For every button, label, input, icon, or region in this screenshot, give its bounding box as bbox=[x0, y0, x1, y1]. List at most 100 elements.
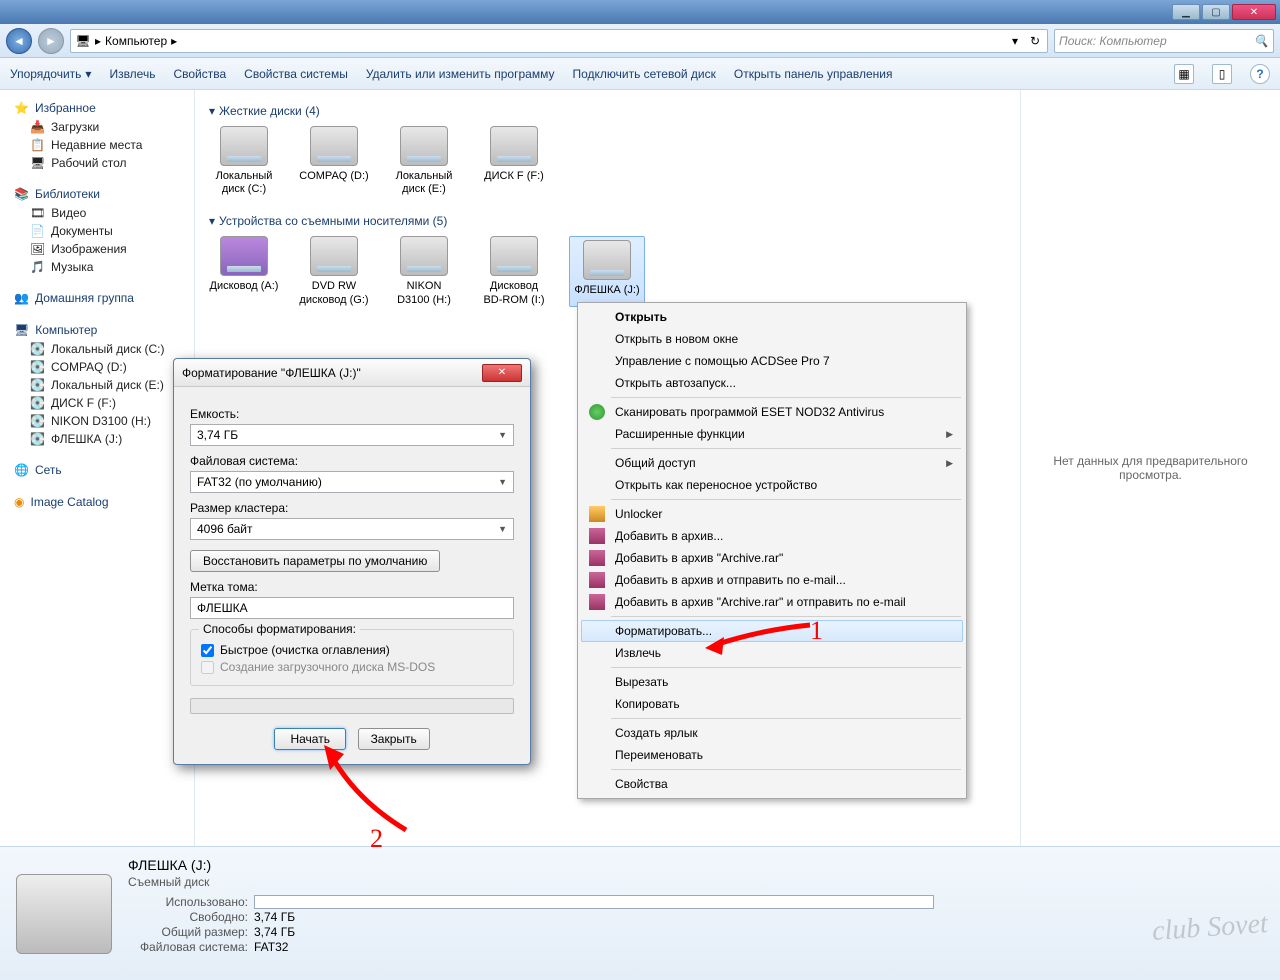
address-dropdown-icon[interactable]: ▾ bbox=[1007, 33, 1023, 49]
sidebar-drive-c[interactable]: 💽Локальный диск (C:) bbox=[0, 340, 194, 358]
ctx-create-shortcut[interactable]: Создать ярлык bbox=[581, 722, 963, 744]
drive-icon bbox=[400, 126, 448, 166]
drive-h[interactable]: NIKON D3100 (H:) bbox=[389, 236, 459, 306]
winrar-icon bbox=[589, 528, 605, 544]
sidebar-drive-f[interactable]: 💽ДИСК F (F:) bbox=[0, 394, 194, 412]
computer-icon: 🖥 bbox=[14, 323, 29, 337]
quick-format-checkbox[interactable]: Быстрое (очистка оглавления) bbox=[201, 643, 503, 657]
dialog-close-button[interactable]: ✕ bbox=[482, 364, 522, 382]
drive-icon: 💽 bbox=[30, 432, 45, 446]
ctx-rar-email-named[interactable]: Добавить в архив "Archive.rar" и отправи… bbox=[581, 591, 963, 613]
system-properties-button[interactable]: Свойства системы bbox=[244, 67, 348, 81]
minimize-button[interactable]: ▁ bbox=[1172, 4, 1200, 20]
drive-icon: 💽 bbox=[30, 360, 45, 374]
address-bar[interactable]: 🖥 ▸ Компьютер ▸ ▾ ↻ bbox=[70, 29, 1048, 53]
sidebar-desktop[interactable]: 🖥Рабочий стол bbox=[0, 154, 194, 172]
organize-menu[interactable]: Упорядочить ▾ bbox=[10, 67, 91, 81]
uninstall-button[interactable]: Удалить или изменить программу bbox=[366, 67, 555, 81]
ctx-copy[interactable]: Копировать bbox=[581, 693, 963, 715]
sidebar-image-catalog[interactable]: ◉Image Catalog bbox=[0, 492, 194, 512]
view-options-icon[interactable]: ▦ bbox=[1174, 64, 1194, 84]
chevron-right-icon: ▶ bbox=[946, 458, 953, 469]
capacity-select[interactable]: 3,74 ГБ▼ bbox=[190, 424, 514, 446]
ctx-eset-advanced[interactable]: Расширенные функции▶ bbox=[581, 423, 963, 445]
map-drive-button[interactable]: Подключить сетевой диск bbox=[572, 67, 715, 81]
restore-defaults-button[interactable]: Восстановить параметры по умолчанию bbox=[190, 550, 440, 572]
winrar-icon bbox=[589, 572, 605, 588]
drive-a[interactable]: Дисковод (A:) bbox=[209, 236, 279, 306]
drive-icon: 💽 bbox=[30, 396, 45, 410]
start-button[interactable]: Начать bbox=[274, 728, 346, 750]
sidebar-homegroup-header[interactable]: 👥Домашняя группа bbox=[0, 288, 194, 308]
close-button[interactable]: Закрыть bbox=[358, 728, 430, 750]
search-input[interactable]: Поиск: Компьютер 🔍 bbox=[1054, 29, 1274, 53]
ctx-autorun[interactable]: Открыть автозапуск... bbox=[581, 372, 963, 394]
sidebar-recent[interactable]: 📋Недавние места bbox=[0, 136, 194, 154]
filesystem-select[interactable]: FAT32 (по умолчанию)▼ bbox=[190, 471, 514, 493]
ctx-portable-device[interactable]: Открыть как переносное устройство bbox=[581, 474, 963, 496]
help-icon[interactable]: ? bbox=[1250, 64, 1270, 84]
sidebar-drive-e[interactable]: 💽Локальный диск (E:) bbox=[0, 376, 194, 394]
ctx-eject[interactable]: Извлечь bbox=[581, 642, 963, 664]
refresh-icon[interactable]: ↻ bbox=[1027, 33, 1043, 49]
breadcrumb-root[interactable]: Компьютер bbox=[105, 34, 167, 48]
drive-i[interactable]: Дисковод BD-ROM (I:) bbox=[479, 236, 549, 306]
sidebar-drive-d[interactable]: 💽COMPAQ (D:) bbox=[0, 358, 194, 376]
volume-label-input[interactable]: ФЛЕШКА bbox=[190, 597, 514, 619]
dialog-titlebar[interactable]: Форматирование "ФЛЕШКА (J:)" ✕ bbox=[174, 359, 530, 387]
ctx-separator bbox=[611, 499, 961, 500]
ctx-open[interactable]: Открыть bbox=[581, 306, 963, 328]
ctx-rar-email[interactable]: Добавить в архив и отправить по e-mail..… bbox=[581, 569, 963, 591]
nav-back-button[interactable]: ◄ bbox=[6, 28, 32, 54]
section-removable[interactable]: ▾Устройства со съемными носителями (5) bbox=[209, 214, 1006, 228]
ctx-open-new-window[interactable]: Открыть в новом окне bbox=[581, 328, 963, 350]
sidebar-videos[interactable]: 🎞Видео bbox=[0, 204, 194, 222]
ctx-unlocker[interactable]: Unlocker bbox=[581, 503, 963, 525]
ctx-rename[interactable]: Переименовать bbox=[581, 744, 963, 766]
ctx-format[interactable]: Форматировать... bbox=[581, 620, 963, 642]
drive-g[interactable]: DVD RW дисковод (G:) bbox=[299, 236, 369, 306]
sidebar-documents[interactable]: 📄Документы bbox=[0, 222, 194, 240]
sidebar-downloads[interactable]: 📥Загрузки bbox=[0, 118, 194, 136]
usage-bar bbox=[254, 895, 934, 909]
drive-e[interactable]: Локальный диск (E:) bbox=[389, 126, 459, 196]
properties-button[interactable]: Свойства bbox=[173, 67, 226, 81]
extract-button[interactable]: Извлечь bbox=[109, 67, 155, 81]
network-icon: 🌐 bbox=[14, 463, 29, 477]
ctx-share[interactable]: Общий доступ▶ bbox=[581, 452, 963, 474]
drive-f[interactable]: ДИСК F (F:) bbox=[479, 126, 549, 196]
usb-drive-icon bbox=[583, 240, 631, 280]
format-methods-group: Способы форматирования: Быстрое (очистка… bbox=[190, 629, 514, 686]
sidebar-music[interactable]: 🎵Музыка bbox=[0, 258, 194, 276]
checkbox-icon[interactable] bbox=[201, 644, 214, 657]
details-pane: ФЛЕШКА (J:) Съемный диск Использовано: С… bbox=[0, 846, 1280, 980]
section-hard-drives[interactable]: ▾Жесткие диски (4) bbox=[209, 104, 1006, 118]
ctx-cut[interactable]: Вырезать bbox=[581, 671, 963, 693]
sidebar-network-header[interactable]: 🌐Сеть bbox=[0, 460, 194, 480]
chevron-down-icon: ▼ bbox=[498, 477, 507, 487]
capacity-label: Емкость: bbox=[190, 407, 514, 421]
sidebar-favorites-header[interactable]: ⭐Избранное bbox=[0, 98, 194, 118]
drive-j-selected[interactable]: ФЛЕШКА (J:) bbox=[569, 236, 645, 306]
drive-c[interactable]: Локальный диск (C:) bbox=[209, 126, 279, 196]
sidebar-drive-j[interactable]: 💽ФЛЕШКА (J:) bbox=[0, 430, 194, 448]
maximize-button[interactable]: ▢ bbox=[1202, 4, 1230, 20]
close-button[interactable]: ✕ bbox=[1232, 4, 1276, 20]
ctx-eset-scan[interactable]: Сканировать программой ESET NOD32 Antivi… bbox=[581, 401, 963, 423]
sidebar-libraries-header[interactable]: 📚Библиотеки bbox=[0, 184, 194, 204]
nav-forward-button[interactable]: ► bbox=[38, 28, 64, 54]
ctx-rar-add-named[interactable]: Добавить в архив "Archive.rar" bbox=[581, 547, 963, 569]
sidebar-drive-h[interactable]: 💽NIKON D3100 (H:) bbox=[0, 412, 194, 430]
control-panel-button[interactable]: Открыть панель управления bbox=[734, 67, 893, 81]
search-icon[interactable]: 🔍 bbox=[1253, 33, 1269, 49]
preview-pane-icon[interactable]: ▯ bbox=[1212, 64, 1232, 84]
sidebar-computer-header[interactable]: 🖥Компьютер bbox=[0, 320, 194, 340]
drive-d[interactable]: COMPAQ (D:) bbox=[299, 126, 369, 196]
ctx-properties[interactable]: Свойства bbox=[581, 773, 963, 795]
sidebar-pictures[interactable]: 🖼Изображения bbox=[0, 240, 194, 258]
chevron-down-icon: ▾ bbox=[85, 67, 91, 81]
ctx-rar-add[interactable]: Добавить в архив... bbox=[581, 525, 963, 547]
cluster-select[interactable]: 4096 байт▼ bbox=[190, 518, 514, 540]
command-toolbar: Упорядочить ▾ Извлечь Свойства Свойства … bbox=[0, 58, 1280, 90]
ctx-acdsee[interactable]: Управление с помощью ACDSee Pro 7 bbox=[581, 350, 963, 372]
